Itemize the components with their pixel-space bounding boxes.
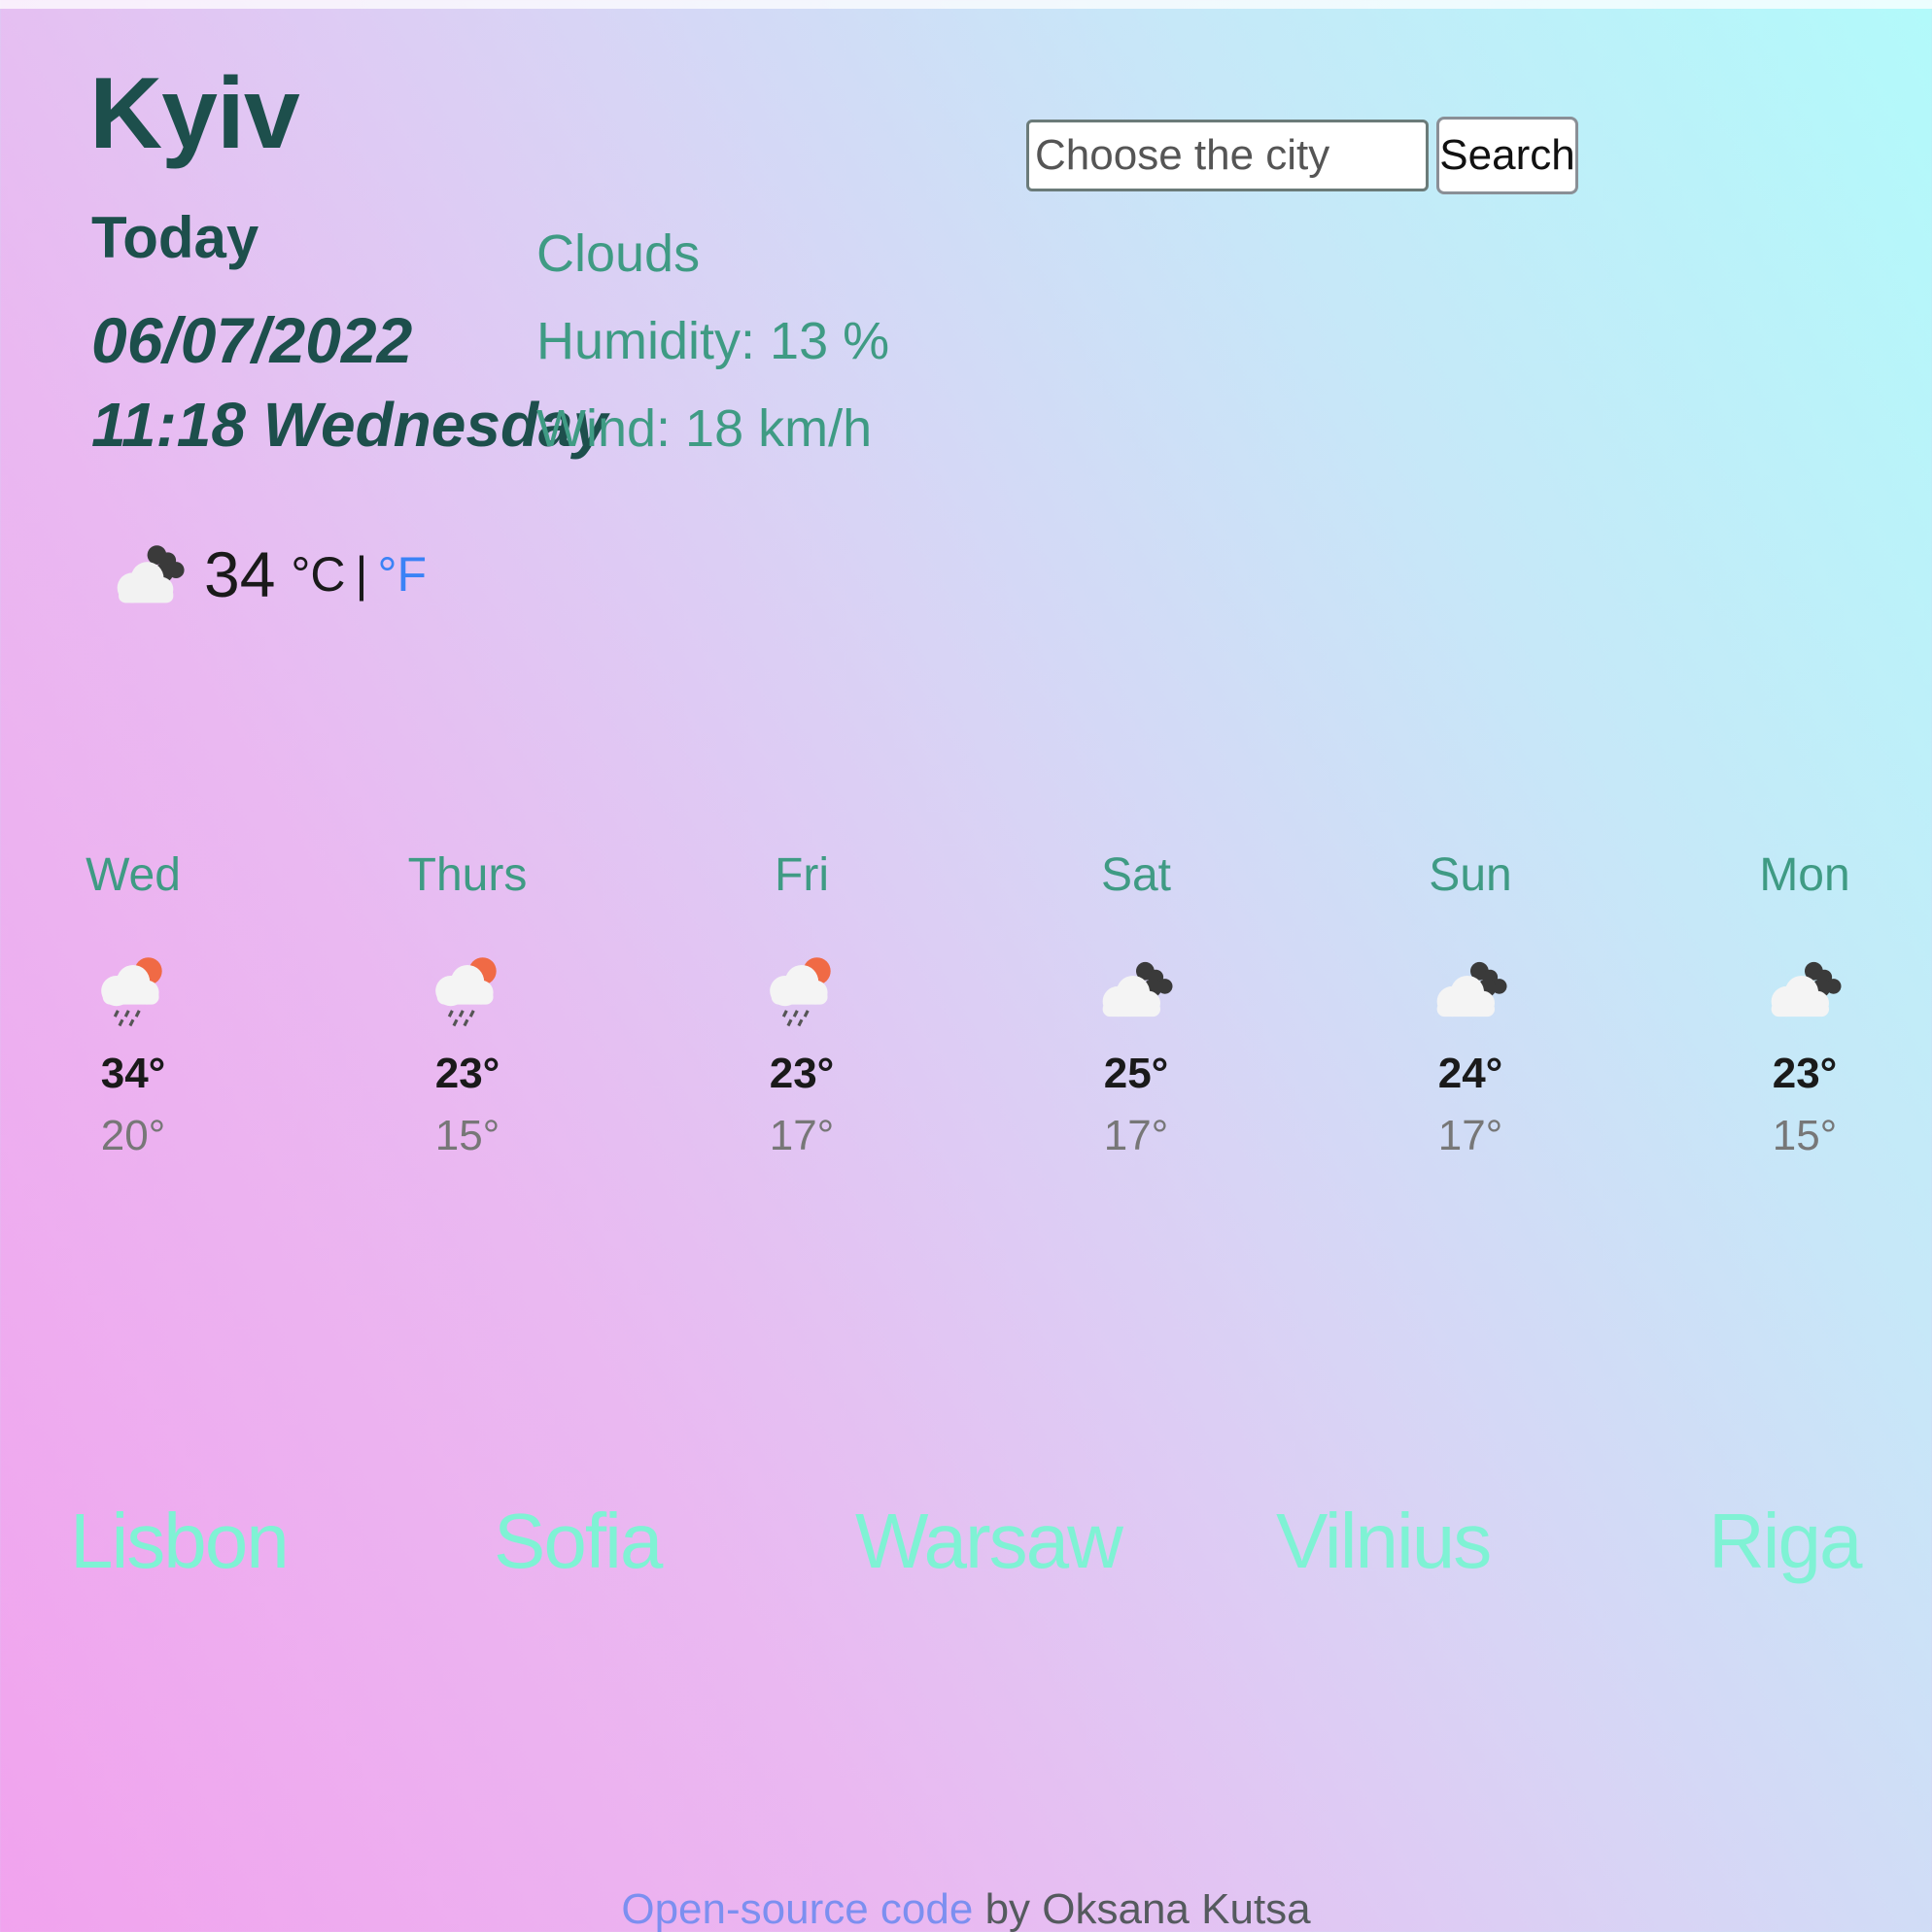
wind: Wind: 18 km/h [536, 399, 873, 458]
forecast-day: Sun 24° 17° [1373, 845, 1568, 1160]
forecast-high: 24° [1437, 1050, 1503, 1097]
forecast-day: Fri 23° 17° [705, 845, 899, 1160]
forecast: Wed 34° 20° Thurs 23° 15° Fri 23° 17° Sa… [0, 845, 1932, 1195]
city-link-warsaw[interactable]: Warsaw [855, 1497, 1123, 1586]
search-input[interactable] [1026, 120, 1429, 191]
city-link-lisbon[interactable]: Lisbon [70, 1497, 290, 1586]
broken-clouds-icon [1422, 941, 1519, 1038]
current-date: 06/07/2022 [91, 304, 413, 376]
fahrenheit-link[interactable]: °F [378, 546, 428, 603]
footer: Open-source code by Oksana Kutsa [0, 1885, 1932, 1932]
city-title: Kyiv [89, 57, 300, 170]
forecast-low: 15° [1772, 1112, 1838, 1159]
footer-author: by Oksana Kutsa [973, 1885, 1311, 1932]
weather-description: Clouds [536, 224, 701, 283]
forecast-day: Thurs 23° 15° [370, 845, 565, 1160]
broken-clouds-icon [1087, 941, 1185, 1038]
rain-sun-icon [85, 941, 182, 1038]
forecast-high: 23° [1772, 1050, 1838, 1097]
humidity: Humidity: 13 % [536, 312, 890, 370]
forecast-low: 15° [434, 1112, 500, 1159]
current-weather: 34 °C | °F [105, 533, 427, 615]
forecast-day-name: Fri [775, 849, 829, 901]
forecast-day: Wed 34° 20° [36, 845, 230, 1160]
rain-sun-icon [753, 941, 850, 1038]
current-time-day: 11:18 Wednesday [91, 390, 608, 460]
forecast-low: 17° [1437, 1112, 1503, 1159]
forecast-day-name: Sat [1100, 849, 1172, 901]
city-link-riga[interactable]: Riga [1708, 1497, 1863, 1586]
rain-sun-icon [419, 941, 516, 1038]
forecast-day-name: Sun [1429, 849, 1512, 901]
forecast-low: 17° [1103, 1112, 1169, 1159]
forecast-high: 23° [769, 1050, 835, 1097]
broken-clouds-icon [1756, 941, 1853, 1038]
today-label: Today [91, 205, 259, 270]
unit-separator: | [355, 546, 368, 602]
celsius-unit[interactable]: °C [291, 546, 345, 603]
quick-city-links: Lisbon Sofia Warsaw Vilnius Riga [0, 1497, 1932, 1594]
search-button[interactable]: Search [1436, 117, 1578, 194]
forecast-day-name: Wed [86, 849, 181, 901]
forecast-low: 17° [769, 1112, 835, 1159]
forecast-day: Sat 25° 17° [1039, 845, 1233, 1160]
broken-clouds-icon [105, 533, 192, 615]
forecast-day-name: Thurs [407, 849, 528, 901]
search-form: Search [1026, 117, 1578, 194]
city-link-sofia[interactable]: Sofia [494, 1497, 663, 1586]
window-top-border [0, 0, 1932, 9]
forecast-high: 34° [100, 1050, 166, 1097]
forecast-day-name: Mon [1759, 849, 1850, 901]
city-link-vilnius[interactable]: Vilnius [1276, 1497, 1492, 1586]
forecast-day: Mon 23° 15° [1708, 845, 1902, 1160]
forecast-low: 20° [100, 1112, 166, 1159]
forecast-high: 23° [434, 1050, 500, 1097]
forecast-high: 25° [1103, 1050, 1169, 1097]
open-source-link[interactable]: Open-source code [621, 1885, 973, 1932]
current-temperature: 34 [204, 537, 276, 610]
